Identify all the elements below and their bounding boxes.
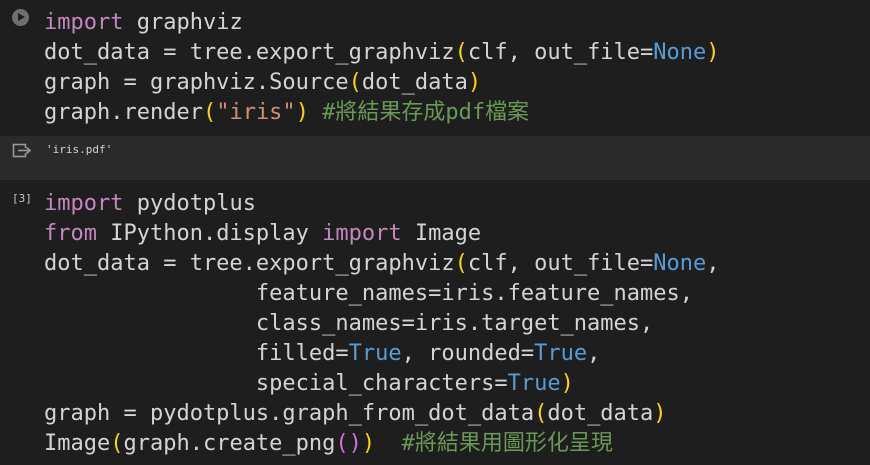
code-token: ) bbox=[706, 40, 720, 65]
play-circle-icon[interactable] bbox=[12, 9, 29, 26]
code-token: from bbox=[44, 221, 97, 246]
code-token: dot_data bbox=[361, 70, 468, 95]
cell-output-area bbox=[0, 136, 870, 180]
code-token: IPython.display bbox=[96, 221, 323, 246]
code-token: clf, out_file= bbox=[467, 40, 654, 65]
code-editor-cell-1[interactable]: import graphviz dot_data = tree.export_gr… bbox=[44, 8, 720, 128]
code-token: graph.render bbox=[44, 100, 203, 125]
code-token: ) bbox=[560, 371, 574, 396]
code-token: Image bbox=[44, 431, 111, 456]
code-token: "iris" bbox=[216, 100, 296, 125]
code-line[interactable]: graph.render("iris") #將結果存成pdf檔案 bbox=[44, 98, 720, 128]
code-token: ( bbox=[202, 100, 217, 125]
code-line[interactable]: dot_data = tree.export_graphviz(clf, out… bbox=[44, 38, 720, 68]
code-token: #將結果存成pdf檔案 bbox=[308, 100, 530, 125]
code-editor-cell-2[interactable]: import pydotplus from IPython.display imp… bbox=[44, 189, 720, 459]
code-line[interactable]: filled=True, rounded=True, bbox=[44, 339, 720, 369]
code-token: ( bbox=[454, 40, 468, 65]
code-token: , rounded= bbox=[401, 341, 535, 366]
code-token: graphviz bbox=[123, 10, 243, 35]
code-line[interactable]: class_names=iris.target_names, bbox=[44, 309, 720, 339]
code-token: import bbox=[322, 221, 402, 246]
code-token: None bbox=[653, 40, 707, 65]
code-token: dot_data bbox=[547, 401, 654, 426]
code-token: graph = graphviz.Source bbox=[44, 70, 349, 95]
code-line[interactable]: special_characters=True) bbox=[44, 369, 720, 399]
code-token: ( bbox=[110, 431, 124, 456]
code-token: True bbox=[507, 371, 561, 396]
code-token: () bbox=[335, 431, 362, 456]
code-token: ) bbox=[653, 401, 667, 426]
code-token: class_names=iris.target_names, bbox=[44, 311, 654, 336]
code-token: graph = pydotplus.graph_from_dot_data bbox=[44, 401, 535, 426]
code-line[interactable]: feature_names=iris.feature_names, bbox=[44, 279, 720, 309]
code-line[interactable]: graph = graphviz.Source(dot_data) bbox=[44, 68, 720, 98]
code-token: , bbox=[706, 251, 720, 276]
execution-count: [3] bbox=[12, 192, 32, 205]
code-token: pydotplus bbox=[123, 191, 256, 216]
code-line[interactable]: graph = pydotplus.graph_from_dot_data(do… bbox=[44, 399, 720, 429]
output-text: 'iris.pdf' bbox=[46, 143, 113, 156]
code-line[interactable]: dot_data = tree.export_graphviz(clf, out… bbox=[44, 249, 720, 279]
code-line[interactable]: from IPython.display import Image bbox=[44, 219, 720, 249]
code-token: , bbox=[587, 341, 601, 366]
code-token: import bbox=[44, 191, 124, 216]
code-token: #將結果用圖形化呈現 bbox=[375, 431, 613, 456]
code-token: feature_names=iris.feature_names, bbox=[44, 281, 694, 306]
code-token: ) bbox=[467, 70, 482, 95]
code-token: dot_data = tree.export_graphviz bbox=[44, 251, 455, 276]
code-token: ( bbox=[454, 251, 468, 276]
code-token: clf, out_file= bbox=[467, 251, 654, 276]
code-token: dot_data = tree.export_graphviz bbox=[44, 40, 455, 65]
code-token: ( bbox=[348, 70, 362, 95]
code-token: None bbox=[653, 251, 707, 276]
code-token: filled= bbox=[44, 341, 349, 366]
code-token: ) bbox=[361, 431, 376, 456]
output-arrow-icon bbox=[12, 143, 32, 158]
code-token: Image bbox=[401, 221, 482, 246]
code-token: ( bbox=[534, 401, 548, 426]
code-line[interactable]: Image(graph.create_png()) #將結果用圖形化呈現 bbox=[44, 429, 720, 459]
code-token: True bbox=[534, 341, 588, 366]
code-token: special_characters= bbox=[44, 371, 508, 396]
code-token: ) bbox=[295, 100, 309, 125]
code-line[interactable]: import pydotplus bbox=[44, 189, 720, 219]
code-line[interactable]: import graphviz bbox=[44, 8, 720, 38]
code-token: import bbox=[44, 10, 124, 35]
code-token: graph.create_png bbox=[123, 431, 336, 456]
code-token: True bbox=[348, 341, 402, 366]
